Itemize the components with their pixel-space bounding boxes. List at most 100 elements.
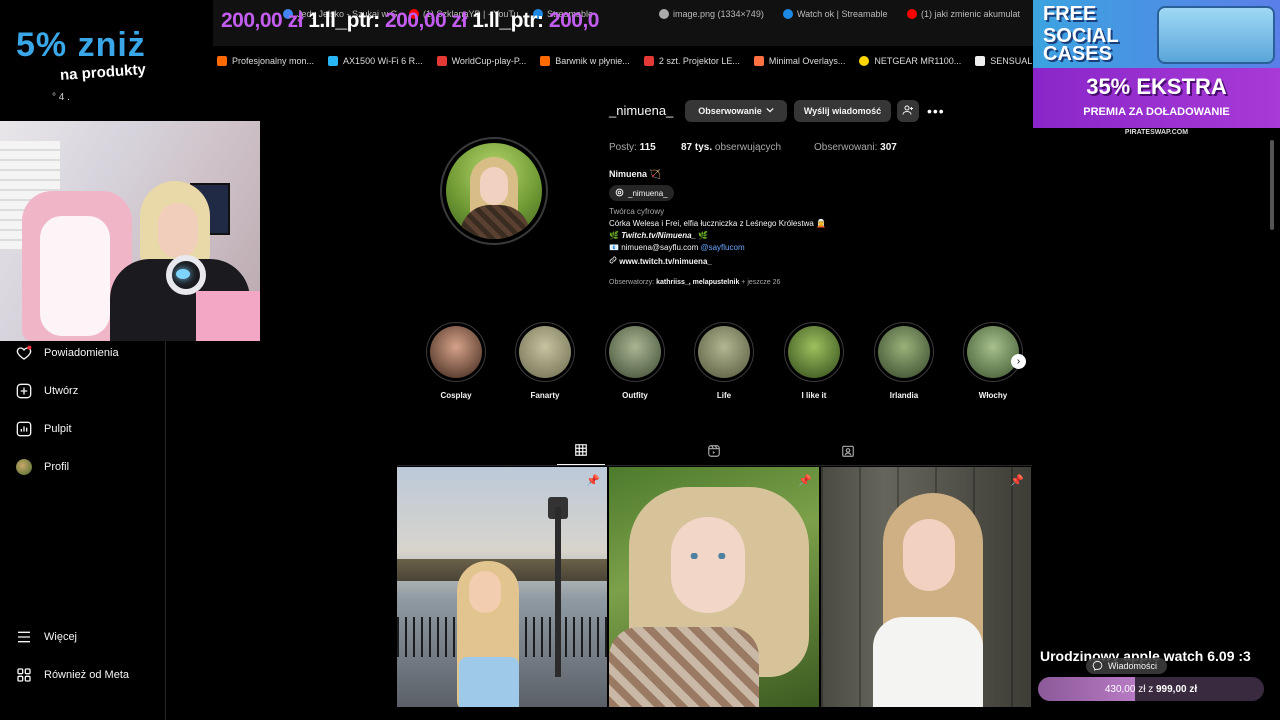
followers-value: 87 tys. (681, 142, 713, 153)
donation-ticker: 200,00 zł 1.ll_ptr: 200,00 zł 1.ll_ptr: … (221, 9, 599, 33)
bookmark-item[interactable]: AX1500 Wi-Fi 6 R... (328, 56, 423, 66)
bookmark-item[interactable]: SENSUAL VANILL... (975, 56, 1033, 66)
plus-square-icon (16, 383, 32, 399)
bookmark-label: NETGEAR MR1100... (874, 56, 962, 66)
highlight-fanarty[interactable]: Fanarty (514, 322, 576, 400)
highlight-outfity[interactable]: Outfity (604, 322, 666, 400)
pin-icon: 📌 (798, 475, 812, 487)
post-top (873, 617, 983, 707)
highlight-cover (430, 326, 482, 378)
highlight-cover (878, 326, 930, 378)
suggested-users-button[interactable] (897, 100, 919, 122)
highlight-cover (698, 326, 750, 378)
tab-favicon (659, 9, 669, 19)
leaf-icon: 🌿 (609, 231, 619, 240)
discount-overlay: 5% zniż na produkty ° 4 . (0, 0, 213, 120)
highlight-ring (784, 322, 844, 382)
promo-line: FREE (1043, 3, 1097, 25)
post-thumbnail[interactable]: 📌 (821, 467, 1031, 707)
bookmark-item[interactable]: Barwnik w płynie... (540, 56, 630, 66)
browser-tab[interactable]: (1) jaki zmienic akumulat (907, 6, 1020, 22)
avatar-icon (16, 459, 32, 475)
bookmark-bar: Profesjonalny mon... AX1500 Wi-Fi 6 R...… (213, 50, 1033, 72)
pink-box (196, 291, 260, 341)
highlight-life[interactable]: Life (693, 322, 755, 400)
pin-icon: 📌 (1010, 475, 1024, 487)
messages-button[interactable]: Wiadomości (1086, 658, 1168, 674)
messages-label: Wiadomości (1108, 661, 1158, 671)
highlight-ring (605, 322, 665, 382)
sidebar-item-label: Powiadomienia (44, 347, 119, 359)
tab-reels[interactable] (690, 441, 738, 465)
following-button[interactable]: Obserwowanie (685, 100, 787, 122)
bookmark-favicon (859, 56, 870, 66)
bookmark-item[interactable]: Profesjonalny mon... (217, 56, 314, 66)
highlight-i-like-it[interactable]: I like it (783, 322, 845, 400)
tab-label: image.png (1334×749) (673, 9, 764, 19)
sidebar-item-dashboard[interactable]: Pulpit (16, 421, 72, 437)
ticker-amount: 200,00 zł (221, 9, 303, 32)
followers-label: obserwujących (714, 142, 782, 153)
highlight-ring (694, 322, 754, 382)
sidebar-item-label: Pulpit (44, 423, 72, 435)
bookmark-label: SENSUAL VANILL... (990, 56, 1033, 66)
bio-mention-link[interactable]: @sayflucom (700, 243, 744, 252)
threads-handle: _nimuena_ (628, 188, 668, 198)
sidebar-item-also-from-meta[interactable]: Również od Meta (16, 667, 129, 683)
highlight-label: Fanarty (530, 391, 560, 400)
following-count[interactable]: Obserwowani: 307 (814, 142, 897, 153)
bookmark-favicon (436, 56, 447, 66)
more-options-icon[interactable]: ••• (927, 103, 945, 119)
sidebar-item-notifications[interactable]: Powiadomienia (16, 345, 119, 361)
profile-picture[interactable] (440, 137, 548, 245)
bio-website[interactable]: www.twitch.tv/nimuena_ (609, 256, 712, 266)
tagged-icon (841, 444, 855, 463)
bookmark-item[interactable]: NETGEAR MR1100... (859, 56, 961, 66)
highlight-label: Outfity (622, 391, 648, 400)
bookmark-favicon (975, 56, 986, 66)
tab-posts[interactable] (557, 441, 605, 465)
ticker-amount: 200,00 zł (384, 9, 467, 32)
messenger-icon (1092, 660, 1103, 673)
followed-by[interactable]: Obserwatorzy: kathriiss_, melapustelnik … (609, 279, 780, 286)
bookmark-favicon (643, 56, 654, 66)
bookmark-item[interactable]: Minimal Overlays... (753, 56, 845, 66)
highlight-cosplay[interactable]: Cosplay (425, 322, 487, 400)
bookmark-favicon (540, 56, 551, 66)
sidebar-item-profile[interactable]: Profil (16, 459, 69, 475)
meta-grid-icon (16, 667, 32, 683)
page-scrollbar[interactable] (1270, 140, 1274, 230)
posts-count: Posty: 115 (609, 142, 656, 153)
highlight-irlandia[interactable]: Irlandia (873, 322, 935, 400)
tab-favicon (907, 9, 917, 19)
promo-banner-bonus: 35% EKSTRA PREMIA ZA DOŁADOWANIE (1033, 68, 1280, 128)
sidebar-item-more[interactable]: Więcej (16, 629, 77, 645)
sidebar-item-create[interactable]: Utwórz (16, 383, 78, 399)
post-thumbnail[interactable]: 📌 (397, 467, 607, 707)
following-label: Obserwowani: (814, 142, 878, 153)
chart-icon (16, 421, 32, 437)
tab-tagged[interactable] (824, 441, 872, 465)
followers-count[interactable]: 87 tys. obserwujących (681, 142, 781, 153)
bio-line: 🌿 Twitch.tv/Nimuena_ 🌿 (609, 231, 708, 240)
leaf-icon: 🌿 (698, 231, 709, 240)
following-value: 307 (880, 142, 897, 153)
post-thumbnail[interactable]: 📌 (609, 467, 819, 707)
post-eyes (685, 553, 731, 559)
post-face (469, 571, 501, 613)
bookmark-item[interactable]: 2 szt. Projektor LE... (643, 56, 740, 66)
bio-line: Córka Welesa i Frei, elfia łuczniczka z … (609, 219, 827, 228)
bookmark-item[interactable]: WorldCup-play-P... (436, 56, 526, 66)
send-message-button[interactable]: Wyślij wiadomość (794, 100, 891, 122)
gaming-chair-panel (40, 216, 110, 336)
highlight-ring (874, 322, 934, 382)
following-button-label: Obserwowanie (698, 106, 762, 116)
profile-username: _nimuena_ (609, 103, 674, 118)
browser-tab[interactable]: Watch ok | Streamable (783, 6, 888, 22)
browser-tab[interactable]: image.png (1334×749) (659, 6, 764, 22)
threads-badge[interactable]: _nimuena_ (609, 185, 674, 201)
highlight-label: Irlandia (889, 391, 919, 400)
promo-banner-top: FREE SOCIAL CASES (1033, 0, 1280, 68)
tab-favicon (783, 9, 793, 19)
chevron-right-icon[interactable]: › (1011, 354, 1026, 369)
